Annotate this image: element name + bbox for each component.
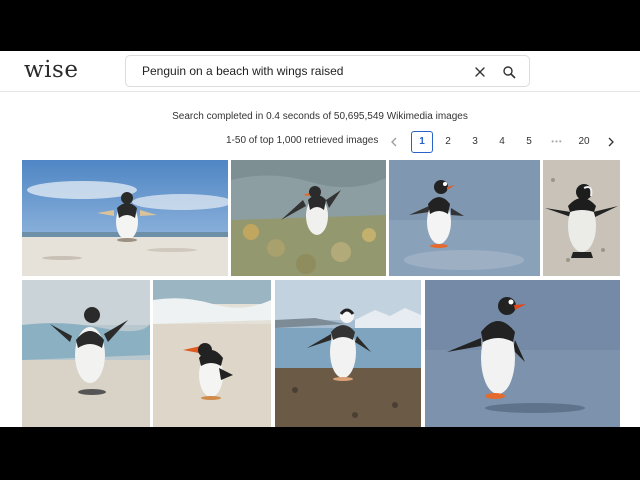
app-window: wise Penguin on a beach with wings raise…	[0, 51, 640, 427]
page-1-button[interactable]: 1	[411, 131, 433, 153]
page-2-button[interactable]: 2	[440, 131, 456, 153]
result-image-penguin-3[interactable]	[389, 160, 540, 276]
page-20-button[interactable]: 20	[573, 131, 595, 153]
page-3-button[interactable]: 3	[467, 131, 483, 153]
search-icon[interactable]	[501, 64, 517, 80]
result-count: 1-50 of top 1,000 retrieved images	[226, 135, 379, 146]
result-image-penguin-7[interactable]	[275, 280, 421, 427]
result-image-penguin-4[interactable]	[543, 160, 620, 276]
page-5-button[interactable]: 5	[521, 131, 537, 153]
result-image-penguin-1[interactable]	[22, 160, 228, 276]
clear-icon[interactable]	[472, 64, 488, 80]
logo[interactable]: wise	[24, 57, 78, 83]
search-input[interactable]: Penguin on a beach with wings raised	[142, 64, 343, 78]
pagination-ellipsis: •••	[551, 137, 563, 146]
result-image-penguin-8[interactable]	[425, 280, 620, 427]
header: wise Penguin on a beach with wings raise…	[0, 51, 640, 92]
result-image-penguin-6[interactable]	[153, 280, 271, 427]
pagination: 1-50 of top 1,000 retrieved images 1 2 3…	[0, 131, 640, 153]
result-image-penguin-5[interactable]	[22, 280, 150, 427]
page-4-button[interactable]: 4	[494, 131, 510, 153]
prev-page-icon[interactable]	[387, 131, 401, 153]
next-page-icon[interactable]	[604, 131, 618, 153]
result-image-penguin-2[interactable]	[231, 160, 386, 276]
search-box[interactable]: Penguin on a beach with wings raised	[125, 55, 530, 87]
search-status: Search completed in 0.4 seconds of 50,69…	[172, 111, 468, 122]
